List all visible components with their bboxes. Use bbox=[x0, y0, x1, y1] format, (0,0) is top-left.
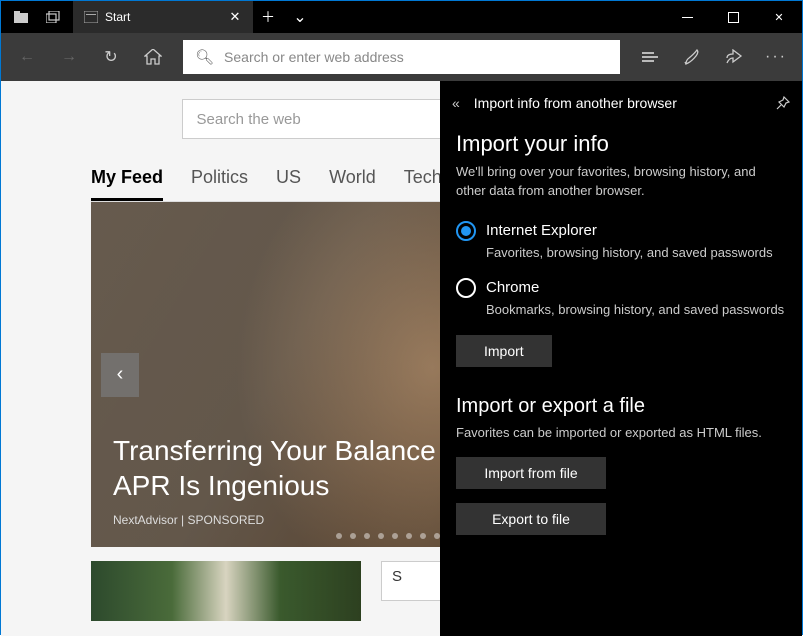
reading-list-icon[interactable] bbox=[630, 37, 670, 77]
file-heading: Import or export a file bbox=[456, 395, 786, 418]
dot[interactable] bbox=[406, 533, 412, 539]
address-input[interactable] bbox=[224, 49, 608, 65]
panel-body: Import your info We'll bring over your f… bbox=[440, 125, 802, 541]
hero-prev-arrow[interactable]: ‹ bbox=[101, 353, 139, 397]
tab-favicon bbox=[83, 9, 99, 25]
share-icon[interactable] bbox=[714, 37, 754, 77]
home-button[interactable] bbox=[133, 37, 173, 77]
dot[interactable] bbox=[434, 533, 440, 539]
import-file-button[interactable]: Import from file bbox=[456, 457, 606, 489]
radio-description: Favorites, browsing history, and saved p… bbox=[486, 245, 786, 260]
minimize-button[interactable] bbox=[664, 1, 710, 33]
feed-tab-tech[interactable]: Tech bbox=[404, 167, 442, 201]
feed-tab-myfeed[interactable]: My Feed bbox=[91, 167, 163, 201]
thumbnail[interactable] bbox=[91, 561, 361, 621]
dot[interactable] bbox=[350, 533, 356, 539]
taskbar-icons bbox=[1, 1, 73, 33]
content-area: My Feed Politics US World Tech ‹ Transfe… bbox=[1, 81, 802, 636]
import-button[interactable]: Import bbox=[456, 335, 552, 367]
close-window-button[interactable]: ✕ bbox=[756, 1, 802, 33]
tab-actions: ＋ ⌄ bbox=[253, 1, 315, 33]
forward-button[interactable]: → bbox=[49, 37, 89, 77]
import-heading: Import your info bbox=[456, 131, 786, 157]
radio-description: Bookmarks, browsing history, and saved p… bbox=[486, 302, 786, 317]
folder-icon[interactable] bbox=[9, 1, 33, 33]
dot[interactable] bbox=[392, 533, 398, 539]
address-bar[interactable]: 🔍︎ bbox=[183, 40, 620, 74]
more-icon[interactable]: ··· bbox=[756, 37, 796, 77]
toolbar: ← → ↻ 🔍︎ ··· bbox=[1, 33, 802, 81]
panel-title: Import info from another browser bbox=[474, 95, 762, 111]
radio-icon bbox=[456, 278, 476, 298]
notes-icon[interactable] bbox=[672, 37, 712, 77]
radio-chrome[interactable]: Chrome bbox=[456, 278, 786, 298]
dot[interactable] bbox=[420, 533, 426, 539]
maximize-button[interactable] bbox=[710, 1, 756, 33]
refresh-button[interactable]: ↻ bbox=[91, 37, 131, 77]
cascade-icon[interactable] bbox=[41, 1, 65, 33]
tab-chevron-icon[interactable]: ⌄ bbox=[285, 1, 315, 33]
back-button[interactable]: ← bbox=[7, 37, 47, 77]
browser-tab[interactable]: Start ✕ bbox=[73, 1, 253, 33]
import-description: We'll bring over your favorites, browsin… bbox=[456, 163, 786, 201]
radio-icon bbox=[456, 221, 476, 241]
dot[interactable] bbox=[336, 533, 342, 539]
feed-tab-world[interactable]: World bbox=[329, 167, 376, 201]
settings-panel: « Import info from another browser Impor… bbox=[440, 81, 802, 636]
radio-label: Internet Explorer bbox=[486, 222, 597, 239]
new-tab-button[interactable]: ＋ bbox=[253, 1, 283, 33]
file-description: Favorites can be imported or exported as… bbox=[456, 424, 786, 443]
panel-header: « Import info from another browser bbox=[440, 81, 802, 125]
radio-label: Chrome bbox=[486, 279, 539, 296]
titlebar: Start ✕ ＋ ⌄ ✕ bbox=[1, 1, 802, 33]
dot[interactable] bbox=[378, 533, 384, 539]
dot[interactable] bbox=[364, 533, 370, 539]
export-file-button[interactable]: Export to file bbox=[456, 503, 606, 535]
feed-tab-politics[interactable]: Politics bbox=[191, 167, 248, 201]
feed-tab-us[interactable]: US bbox=[276, 167, 301, 201]
window-controls: ✕ bbox=[664, 1, 802, 33]
close-tab-icon[interactable]: ✕ bbox=[225, 7, 245, 27]
panel-back-icon[interactable]: « bbox=[452, 95, 460, 111]
search-icon: 🔍︎ bbox=[195, 48, 214, 66]
radio-ie[interactable]: Internet Explorer bbox=[456, 221, 786, 241]
tab-title: Start bbox=[105, 10, 219, 24]
pin-icon[interactable] bbox=[776, 96, 790, 110]
